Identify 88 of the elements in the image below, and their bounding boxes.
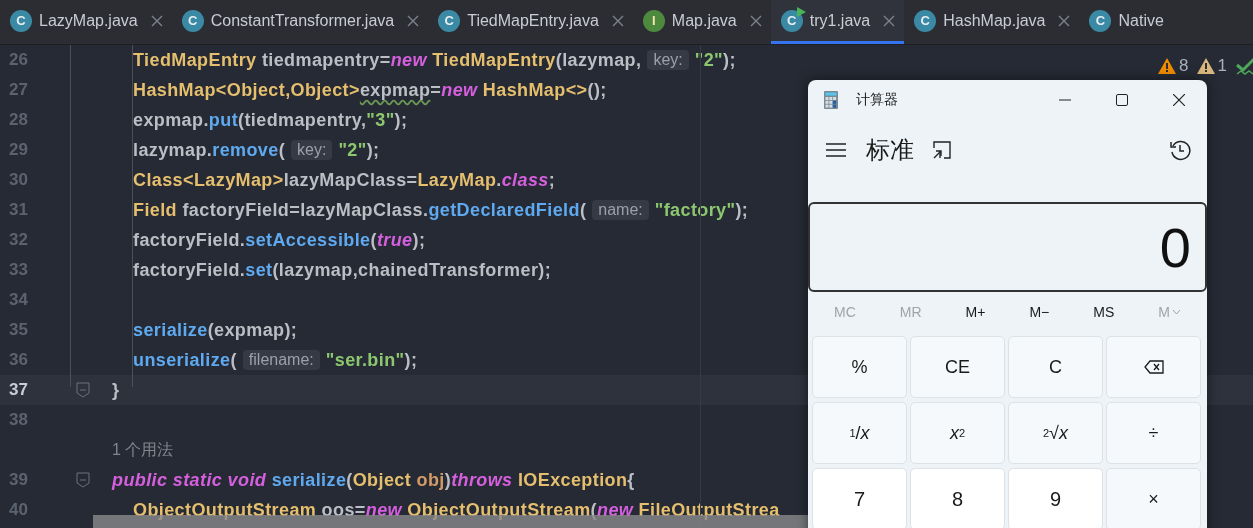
code-text: expmap.put(tiedmapentry,"3"); [133, 109, 408, 131]
code-text: Field factoryField=lazyMapClass.getDeclaredField( [133, 199, 587, 221]
line-number: 37 [8, 380, 29, 400]
editor-tab[interactable]: C Native [1079, 0, 1173, 44]
line-number: 36 [8, 350, 29, 370]
line-number: 33 [8, 260, 29, 280]
code-text: TiedMapEntry tiedmapentry=new TiedMapEntry(lazymap, [133, 49, 642, 71]
file-icon: C [1089, 9, 1112, 32]
calculator-icon [824, 91, 838, 109]
backspace-icon [1143, 360, 1164, 374]
backspace-key[interactable] [1106, 336, 1201, 398]
function-key[interactable]: × [1106, 468, 1201, 528]
digit-key[interactable]: 8 [910, 468, 1005, 528]
close-icon [1172, 94, 1185, 106]
chevron-icon [1171, 309, 1181, 315]
code-text: factoryField.set(lazymap,chainedTransformer); [133, 259, 552, 281]
line-number: 40 [8, 500, 29, 520]
line-number: 38 [8, 410, 29, 430]
keep-on-top-icon[interactable] [932, 140, 952, 160]
editor-tab[interactable]: C try1.java [770, 0, 905, 44]
editor-tab[interactable]: C LazyMap.java [0, 0, 172, 44]
fold-icon[interactable] [76, 472, 90, 488]
maximize-icon [1115, 94, 1128, 106]
digit-key[interactable]: 9 [1008, 468, 1103, 528]
file-icon: I [642, 9, 665, 32]
editor-tab[interactable]: C ConstantTransformer.java [171, 0, 429, 44]
code-text: factoryField.setAccessible(true); [133, 229, 426, 251]
editor-tab[interactable]: C TiedMapEntry.java [428, 0, 633, 44]
code-text: public static void serialize(Object obj)throws IOException{ [112, 469, 635, 491]
memory-button[interactable]: M+ [959, 302, 992, 322]
file-icon: C [181, 9, 204, 32]
mode-title: 标准 [866, 135, 914, 165]
line-number: 39 [8, 470, 29, 490]
issue-count: 1 [1217, 56, 1227, 76]
line-number: 30 [8, 170, 29, 190]
code-text: "ser.bin"); [325, 349, 418, 371]
code-text: ObjectOutputStream oos=new ObjectOutputStream(new FileOutputStrea [133, 499, 780, 521]
usage-hint[interactable]: 1 个用法 [0, 439, 174, 461]
memory-button[interactable]: M− [1023, 302, 1056, 322]
line-number: 35 [8, 320, 29, 340]
code-text: HashMap<Object,Object>expmap=new HashMap<>(); [133, 79, 607, 101]
line-number: 29 [8, 140, 29, 160]
check-icon [1235, 56, 1253, 76]
minimize-icon [1058, 99, 1071, 101]
file-icon: C [10, 9, 32, 32]
editor-tab[interactable]: C HashMap.java [904, 0, 1080, 44]
function-key[interactable]: ÷ [1106, 402, 1201, 464]
line-number: 28 [8, 110, 29, 130]
window-title: 计算器 [856, 91, 899, 109]
error-icon [1158, 58, 1177, 74]
memory-button[interactable]: MS [1087, 302, 1121, 322]
close-icon[interactable] [749, 14, 762, 27]
fold-icon[interactable] [76, 382, 90, 398]
code-text: lazymap.remove( [133, 139, 286, 161]
close-icon[interactable] [150, 14, 163, 27]
line-number: 32 [8, 230, 29, 250]
file-icon: C [780, 9, 803, 32]
line-number: 26 [8, 50, 29, 70]
line-number: 31 [8, 200, 29, 220]
close-icon[interactable] [1058, 14, 1071, 27]
line-number: 27 [8, 80, 29, 100]
code-text: unserialize( [133, 349, 237, 371]
line-number: 34 [8, 290, 29, 310]
code-text: "2"); [694, 49, 736, 71]
code-text: "2"); [338, 139, 380, 161]
parameter-hint: filename: [242, 350, 320, 370]
close-icon[interactable] [611, 14, 624, 27]
display-field: 0 [808, 202, 1207, 292]
parameter-hint: key: [647, 50, 689, 70]
file-icon: C [438, 9, 461, 32]
code-text: } [112, 379, 120, 401]
code-text: serialize(expmap); [133, 319, 298, 341]
issue-count: 8 [1179, 56, 1189, 76]
digit-key[interactable]: 7 [812, 468, 907, 528]
code-text: "factory"); [654, 199, 749, 221]
function-key[interactable]: C [1008, 336, 1103, 398]
close-icon[interactable] [407, 14, 420, 27]
menu-icon[interactable] [826, 143, 846, 157]
warning-icon [1196, 58, 1215, 74]
file-icon: C [914, 9, 937, 32]
parameter-hint: key: [291, 140, 333, 160]
function-key[interactable]: CE [910, 336, 1005, 398]
parameter-hint: name: [592, 200, 649, 220]
function-key[interactable]: % [812, 336, 907, 398]
code-text: Class<LazyMap>lazyMapClass=LazyMap.class; [133, 169, 556, 191]
close-icon[interactable] [883, 14, 896, 27]
editor-tab[interactable]: I Map.java [632, 0, 771, 44]
history-icon[interactable] [1169, 139, 1191, 161]
